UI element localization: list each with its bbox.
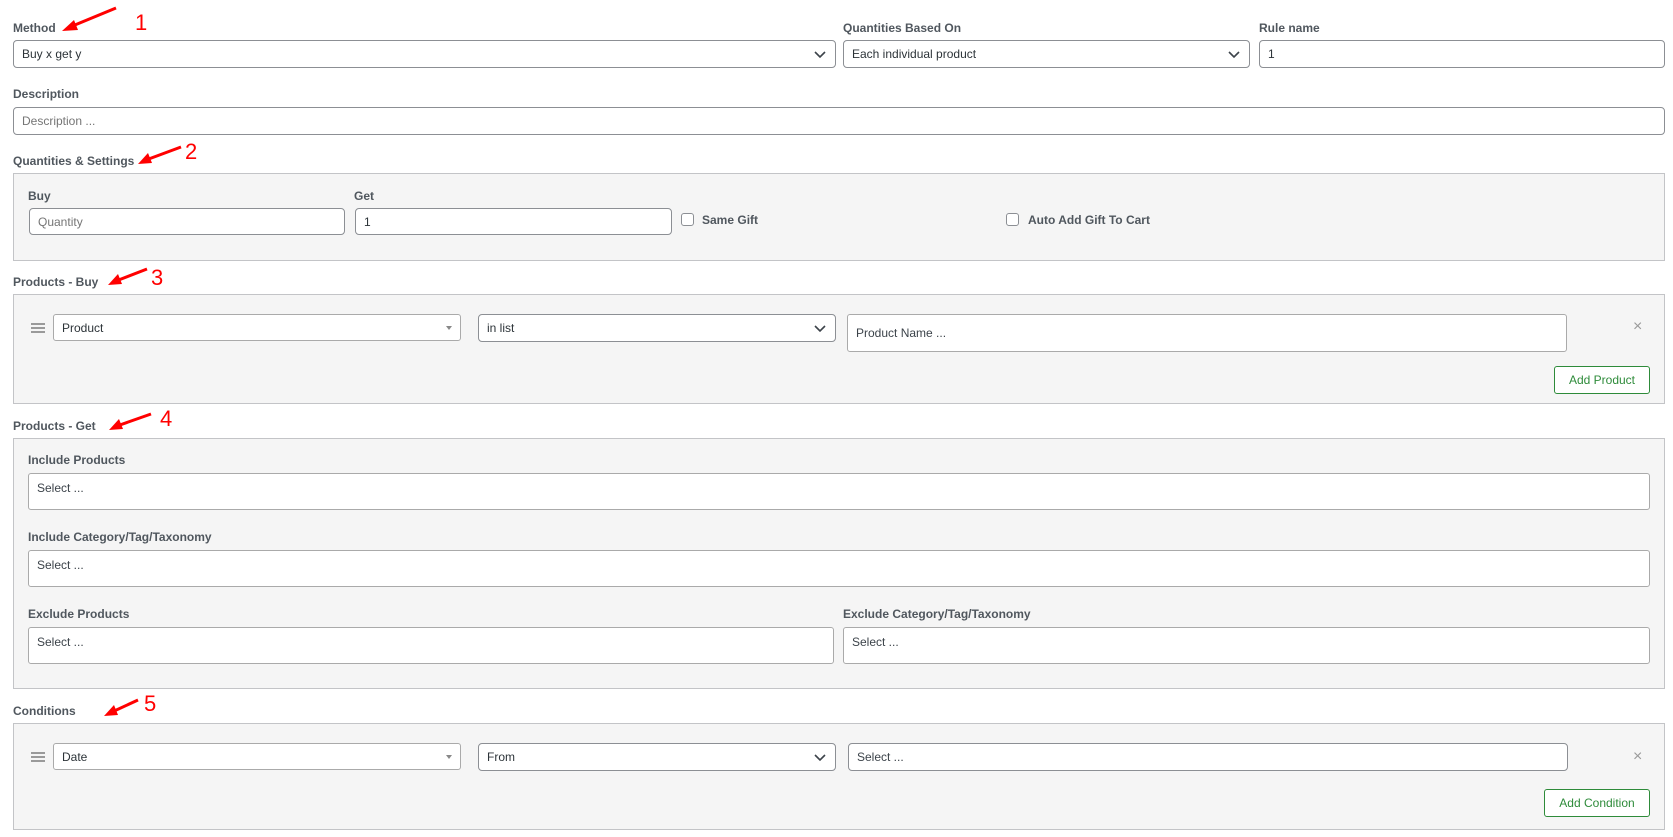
drag-handle-icon[interactable]: [31, 323, 45, 333]
chevron-down-icon: [1228, 51, 1240, 59]
quantities-based-on-select[interactable]: Each individual product: [843, 40, 1250, 68]
condition-operator-value: From: [487, 750, 515, 764]
buy-quantity-placeholder: Quantity: [38, 214, 83, 229]
red-arrow-icon: [138, 145, 182, 164]
qty-settings-title: Quantities & Settings: [13, 154, 135, 168]
red-arrow-icon: [109, 412, 152, 430]
add-product-button[interactable]: Add Product: [1554, 366, 1650, 394]
condition-operator-select[interactable]: From: [478, 743, 836, 771]
exclude-products-label: Exclude Products: [28, 607, 130, 621]
exclude-products-select[interactable]: Select ...: [28, 627, 834, 664]
add-condition-button[interactable]: Add Condition: [1544, 789, 1650, 817]
annotation-number-2: 2: [185, 139, 198, 164]
rule-name-label: Rule name: [1259, 21, 1320, 35]
red-arrow-icon: [108, 267, 148, 285]
annotation-number-4: 4: [160, 406, 173, 431]
get-quantity-value: 1: [364, 214, 371, 229]
exclude-category-placeholder: Select ...: [852, 635, 899, 649]
method-select[interactable]: Buy x get y: [13, 40, 836, 68]
drag-handle-icon[interactable]: [31, 752, 45, 762]
method-value: Buy x get y: [22, 47, 82, 61]
rule-name-value: 1: [1268, 47, 1275, 61]
include-products-placeholder: Select ...: [37, 481, 84, 495]
chevron-down-icon: [814, 325, 826, 333]
red-arrow-icon: [62, 6, 117, 31]
products-get-title: Products - Get: [13, 419, 96, 433]
triangle-down-icon: [446, 754, 452, 759]
annotation-number-1: 1: [135, 10, 148, 35]
condition-value-select[interactable]: Select ...: [848, 743, 1568, 771]
exclude-category-select[interactable]: Select ...: [843, 627, 1650, 664]
auto-add-gift-checkbox[interactable]: [1006, 213, 1019, 226]
method-label: Method: [13, 21, 56, 35]
annotation-number-5: 5: [144, 691, 157, 716]
condition-value-placeholder: Select ...: [857, 750, 904, 764]
include-category-label: Include Category/Tag/Taxonomy: [28, 530, 212, 544]
close-icon[interactable]: ×: [1633, 749, 1642, 765]
include-category-select[interactable]: Select ...: [28, 550, 1650, 587]
condition-type-value: Date: [62, 749, 88, 764]
buy-product-operator-value: in list: [487, 321, 515, 335]
quantities-based-on-label: Quantities Based On: [843, 21, 962, 35]
chevron-down-icon: [814, 51, 826, 59]
description-placeholder: Description ...: [22, 114, 96, 128]
description-label: Description: [13, 87, 80, 101]
description-input[interactable]: Description ...: [13, 107, 1665, 135]
buy-product-type-value: Product: [62, 320, 104, 335]
exclude-category-label: Exclude Category/Tag/Taxonomy: [843, 607, 1031, 621]
exclude-products-placeholder: Select ...: [37, 635, 84, 649]
get-label: Get: [354, 189, 375, 203]
include-category-placeholder: Select ...: [37, 558, 84, 572]
same-gift-label[interactable]: Same Gift: [702, 213, 758, 227]
conditions-panel: [13, 723, 1665, 830]
chevron-down-icon: [814, 754, 826, 762]
same-gift-checkbox[interactable]: [681, 213, 694, 226]
auto-add-gift-label[interactable]: Auto Add Gift To Cart: [1028, 213, 1150, 227]
annotation-number-3: 3: [151, 265, 164, 290]
buy-product-type-select[interactable]: Product: [53, 314, 461, 341]
quantities-based-on-value: Each individual product: [852, 47, 977, 61]
include-products-label: Include Products: [28, 453, 126, 467]
buy-product-name-placeholder: Product Name ...: [856, 326, 947, 340]
buy-product-operator-select[interactable]: in list: [478, 314, 836, 342]
red-arrow-icon: [104, 698, 139, 716]
condition-type-select[interactable]: Date: [53, 743, 461, 770]
get-quantity-input[interactable]: 1: [355, 208, 672, 235]
rule-name-input[interactable]: 1: [1259, 40, 1665, 68]
triangle-down-icon: [446, 325, 452, 330]
buy-quantity-input[interactable]: Quantity: [29, 208, 345, 235]
conditions-title: Conditions: [13, 704, 76, 718]
buy-label: Buy: [28, 189, 51, 203]
close-icon[interactable]: ×: [1633, 319, 1642, 335]
buy-product-name-input[interactable]: Product Name ...: [847, 314, 1567, 352]
include-products-select[interactable]: Select ...: [28, 473, 1650, 510]
products-buy-title: Products - Buy: [13, 275, 99, 289]
